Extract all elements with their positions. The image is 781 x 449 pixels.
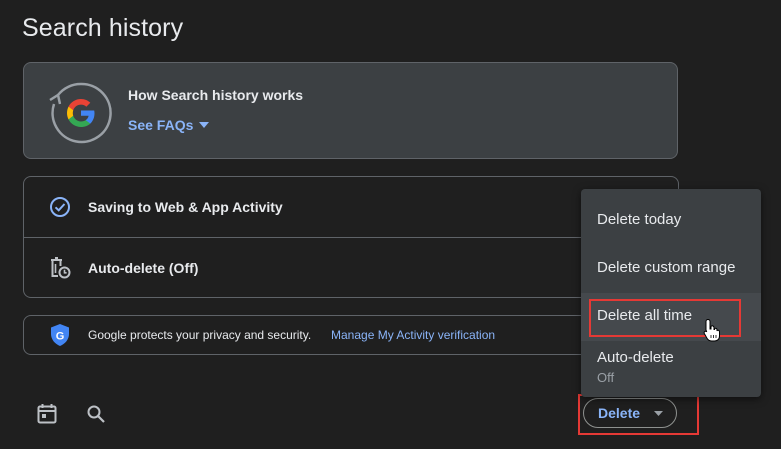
svg-text:G: G [56, 331, 65, 343]
delete-button[interactable]: Delete [583, 398, 677, 428]
delete-button-label: Delete [598, 405, 641, 421]
menu-item-auto-delete[interactable]: Auto-delete Off [581, 341, 761, 397]
info-card: How Search history works See FAQs [23, 62, 678, 159]
menu-item-sublabel: Off [597, 370, 615, 385]
info-card-title: How Search history works [128, 87, 304, 103]
settings-row-web-app-activity[interactable]: Saving to Web & App Activity [24, 177, 678, 238]
menu-item-delete-all-time[interactable]: Delete all time [581, 293, 761, 341]
manage-verification-link[interactable]: Manage My Activity verification [331, 328, 495, 342]
delete-menu: Delete today Delete custom range Delete … [581, 189, 761, 397]
menu-item-delete-custom-range[interactable]: Delete custom range [581, 245, 761, 293]
page-title: Search history [22, 14, 184, 42]
settings-row-label: Auto-delete (Off) [88, 260, 199, 276]
see-faqs-link[interactable]: See FAQs [128, 117, 210, 133]
caret-down-icon [654, 411, 663, 416]
check-circle-icon [48, 195, 72, 219]
hand-cursor-icon [703, 318, 721, 342]
settings-row-label: Saving to Web & App Activity [88, 199, 283, 215]
menu-item-label: Delete custom range [597, 259, 736, 276]
menu-item-delete-today[interactable]: Delete today [581, 189, 761, 245]
shield-g-icon: G [50, 324, 70, 346]
menu-item-label: Delete today [597, 211, 682, 228]
see-faqs-label: See FAQs [128, 117, 194, 133]
caret-down-icon [199, 122, 210, 128]
google-history-logo-icon [46, 78, 116, 148]
search-history-page: Search history How Search history works [0, 0, 781, 449]
settings-row-auto-delete[interactable]: Auto-delete (Off) [24, 238, 678, 298]
menu-item-label: Auto-delete [597, 349, 674, 366]
menu-item-label: Delete all time [597, 307, 693, 324]
trash-clock-icon [48, 256, 72, 280]
calendar-icon[interactable] [35, 402, 59, 426]
search-icon[interactable] [84, 402, 108, 426]
privacy-text: Google protects your privacy and securit… [88, 328, 312, 342]
